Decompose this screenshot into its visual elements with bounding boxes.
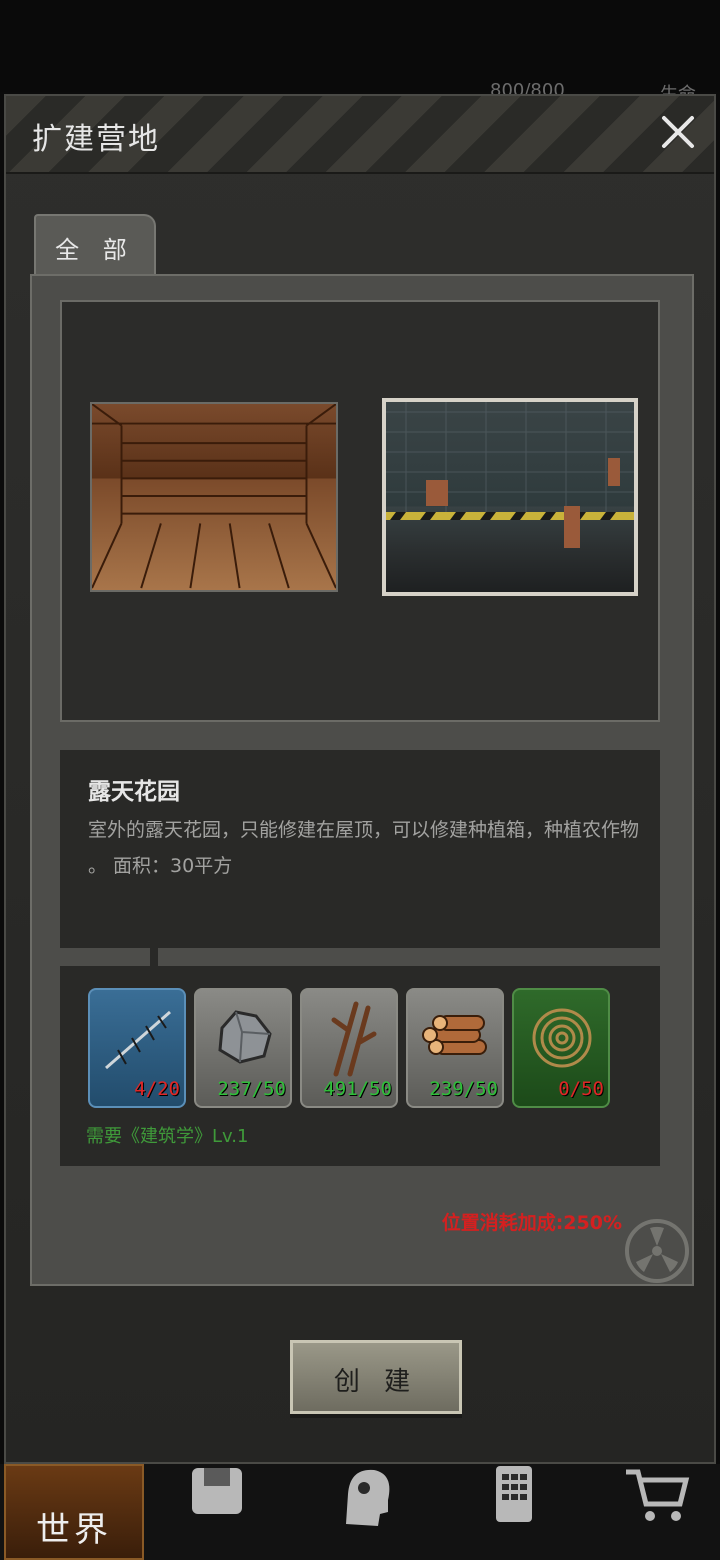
divider bbox=[150, 948, 158, 966]
close-icon bbox=[662, 116, 694, 148]
nav-device[interactable] bbox=[440, 1464, 580, 1560]
bottom-navigation: 世界 bbox=[0, 1464, 720, 1560]
resource-logs[interactable]: 239/50 bbox=[406, 988, 504, 1108]
backpack-icon bbox=[192, 1468, 242, 1514]
branches-icon bbox=[331, 1001, 377, 1077]
building-description-box: 露天花园 室外的露天花园，只能修建在屋顶，可以修建种植箱，种植农作物 。 面积：… bbox=[60, 750, 660, 948]
skill-requirement: 需要《建筑学》Lv.1 bbox=[86, 1126, 249, 1147]
nav-character[interactable] bbox=[292, 1464, 432, 1560]
rock-icon bbox=[218, 1010, 272, 1064]
create-button[interactable]: 创 建 bbox=[290, 1340, 462, 1414]
logs-icon bbox=[422, 1015, 487, 1055]
building-description: 室外的露天花园，只能修建在屋顶，可以修建种植箱，种植农作物 。 面积：30平方 bbox=[88, 819, 640, 877]
branches-count: 491/50 bbox=[323, 1078, 392, 1100]
dialog-header: 扩建营地 bbox=[6, 96, 714, 174]
fenced-room-option[interactable] bbox=[382, 398, 638, 596]
building-name: 露天花园 bbox=[88, 779, 180, 805]
close-button[interactable] bbox=[656, 110, 700, 154]
barbed-wire-count: 4/20 bbox=[134, 1078, 180, 1100]
nav-shop[interactable] bbox=[584, 1464, 720, 1560]
top-status-bar: 800/800 生命 bbox=[0, 0, 720, 105]
rock-count: 237/50 bbox=[217, 1078, 286, 1100]
nav-world-label: 世界 bbox=[36, 1510, 112, 1550]
cart-icon bbox=[626, 1469, 690, 1521]
resource-rope[interactable]: 0/50 bbox=[512, 988, 610, 1108]
tab-all[interactable]: 全 部 bbox=[34, 214, 156, 276]
wooden-room-option[interactable] bbox=[90, 402, 338, 592]
phone-icon bbox=[496, 1466, 532, 1522]
wooden-room-icon bbox=[92, 404, 336, 589]
radiation-icon bbox=[625, 1219, 689, 1283]
location-cost-bonus: 位置消耗加成:250% bbox=[441, 1212, 622, 1234]
rope-count: 0/50 bbox=[558, 1078, 604, 1100]
building-preview-list bbox=[60, 300, 660, 722]
resource-rock[interactable]: 237/50 bbox=[194, 988, 292, 1108]
nav-backpack[interactable] bbox=[144, 1464, 284, 1560]
create-button-label: 创 建 bbox=[333, 1367, 419, 1397]
nav-world[interactable]: 世界 bbox=[4, 1464, 144, 1560]
barbed-wire-icon bbox=[105, 1010, 171, 1070]
resource-requirements: 4/20 237/50 491/50 239/50 0/50 需要《建筑学》Lv… bbox=[60, 966, 660, 1166]
logs-count: 239/50 bbox=[429, 1078, 498, 1100]
resource-barbed-wire[interactable]: 4/20 bbox=[88, 988, 186, 1108]
expand-camp-dialog: 扩建营地 全 部 露天花园 室外的露天花园，只能修建在屋顶，可以修建种植箱，种植… bbox=[4, 94, 716, 1464]
resource-branches[interactable]: 491/50 bbox=[300, 988, 398, 1108]
rope-icon bbox=[532, 1008, 592, 1068]
tab-all-label: 全 部 bbox=[55, 236, 135, 264]
head-gear-icon bbox=[346, 1469, 390, 1526]
building-panel: 露天花园 室外的露天花园，只能修建在屋顶，可以修建种植箱，种植农作物 。 面积：… bbox=[30, 274, 694, 1286]
dialog-title: 扩建营地 bbox=[32, 122, 160, 157]
fenced-room-icon bbox=[386, 402, 634, 548]
